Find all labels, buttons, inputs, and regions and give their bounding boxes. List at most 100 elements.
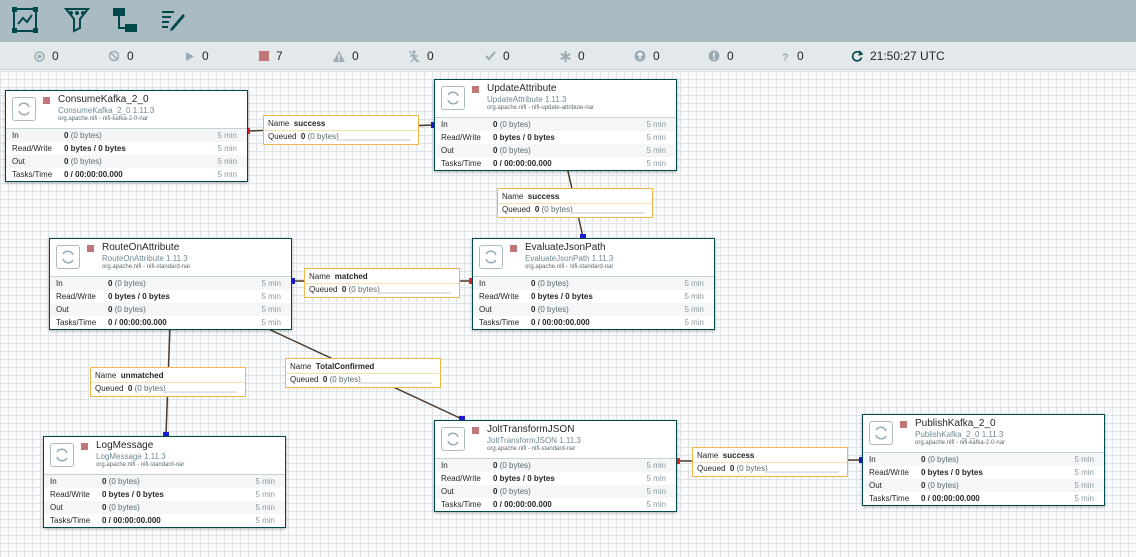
unknown-count: 0 bbox=[797, 49, 804, 63]
stat-label: Read/Write bbox=[869, 468, 909, 477]
stat-unit: (0 bytes) bbox=[108, 477, 140, 486]
connect-icon[interactable] bbox=[108, 4, 142, 36]
stat-row-out: Out 0 (0 bytes) 5 min bbox=[435, 485, 676, 498]
invalid-status: 0 bbox=[333, 42, 359, 70]
connection-label-matched[interactable]: Name matched Queued 0 (0 bytes) bbox=[304, 268, 460, 298]
processor-name: EvaluateJsonPath bbox=[525, 242, 606, 253]
stat-unit: (0 bytes) bbox=[927, 455, 959, 464]
stat-value: 0 bbox=[493, 461, 498, 470]
stat-value: 0 / 00:00:00.000 bbox=[64, 170, 123, 179]
edit-icon[interactable] bbox=[156, 4, 190, 36]
sync-failure-status: 0 bbox=[708, 42, 734, 70]
stat-window: 5 min bbox=[255, 477, 275, 486]
stat-label: Read/Write bbox=[441, 474, 481, 483]
stat-row-tasks: Tasks/Time 0 / 00:00:00.000 5 min bbox=[473, 316, 714, 329]
connection-queued-label: Queued bbox=[290, 375, 319, 384]
processor-header: UpdateAttribute UpdateAttribute 1.11.3 o… bbox=[435, 80, 676, 118]
stat-unit: (0 bytes) bbox=[114, 305, 146, 314]
connection-label-success[interactable]: Name success Queued 0 (0 bytes) bbox=[692, 447, 848, 477]
stat-window: 5 min bbox=[217, 144, 237, 153]
stat-window: 5 min bbox=[684, 318, 704, 327]
stat-value: 0 bbox=[108, 279, 113, 288]
stat-label: In bbox=[12, 131, 19, 140]
processor-header: ConsumeKafka_2_0 ConsumeKafka_2_0 1.11.3… bbox=[6, 91, 247, 129]
processor-updateattribute[interactable]: UpdateAttribute UpdateAttribute 1.11.3 o… bbox=[434, 79, 677, 171]
processor-icon bbox=[869, 421, 893, 445]
connection-label-success[interactable]: Name success Queued 0 (0 bytes) bbox=[497, 188, 653, 218]
stat-row-tasks: Tasks/Time 0 / 00:00:00.000 5 min bbox=[435, 498, 676, 511]
processor-name: LogMessage bbox=[96, 440, 154, 451]
processor-bundle: org.apache.nifi - nifi-standard-nar bbox=[525, 264, 614, 270]
stat-value: 0 / 00:00:00.000 bbox=[108, 318, 167, 327]
refresh-icon bbox=[851, 50, 863, 62]
connection-label-unmatched[interactable]: Name unmatched Queued 0 (0 bytes) bbox=[90, 367, 246, 397]
stat-row-read-write: Read/Write 0 bytes / 0 bytes 5 min bbox=[435, 131, 676, 144]
stat-value: 0 / 00:00:00.000 bbox=[531, 318, 590, 327]
question-icon: ? bbox=[782, 52, 789, 62]
connection-label-success[interactable]: Name success Queued 0 (0 bytes) bbox=[263, 115, 419, 145]
processor-type: LogMessage 1.11.3 bbox=[96, 452, 166, 461]
refresh-status[interactable]: 21:50:27 UTC bbox=[851, 42, 945, 70]
sync-failure-count: 0 bbox=[727, 49, 734, 63]
stat-row-out: Out 0 (0 bytes) 5 min bbox=[6, 155, 247, 168]
stat-window: 5 min bbox=[255, 490, 275, 499]
stat-window: 5 min bbox=[261, 318, 281, 327]
stat-row-in: In 0 (0 bytes) 5 min bbox=[863, 453, 1104, 466]
processor-icon bbox=[12, 97, 36, 121]
stat-row-read-write: Read/Write 0 bytes / 0 bytes 5 min bbox=[435, 472, 676, 485]
stat-label: Read/Write bbox=[441, 133, 481, 142]
disabled-count: 0 bbox=[427, 49, 434, 63]
connection-queued-label: Queued bbox=[502, 205, 531, 214]
processor-jolttransformjson[interactable]: JoltTransformJSON JoltTransformJSON 1.11… bbox=[434, 420, 677, 512]
stat-label: Out bbox=[441, 487, 454, 496]
stat-label: In bbox=[50, 477, 57, 486]
stat-window: 5 min bbox=[646, 487, 666, 496]
stat-value: 0 / 00:00:00.000 bbox=[921, 494, 980, 503]
stat-label: In bbox=[869, 455, 876, 464]
stat-window: 5 min bbox=[646, 159, 666, 168]
not-transmitting-icon bbox=[108, 50, 120, 62]
processor-logmessage[interactable]: LogMessage LogMessage 1.11.3 org.apache.… bbox=[43, 436, 286, 528]
processor-publishkafka[interactable]: PublishKafka_2_0 PublishKafka_2_0 1.11.3… bbox=[862, 414, 1105, 506]
processor-bundle: org.apache.nifi - nifi-standard-nar bbox=[102, 264, 191, 270]
processor-consumekafka[interactable]: ConsumeKafka_2_0 ConsumeKafka_2_0 1.11.3… bbox=[5, 90, 248, 182]
divider bbox=[498, 203, 652, 204]
navigate-icon[interactable] bbox=[8, 4, 42, 36]
stat-window: 5 min bbox=[646, 500, 666, 509]
connection-queued-size: (0 bytes) bbox=[736, 464, 768, 473]
connection-label-totalconfirmed[interactable]: Name TotalConfirmed Queued 0 (0 bytes) bbox=[285, 358, 441, 388]
stat-window: 5 min bbox=[1074, 481, 1094, 490]
stat-label: Tasks/Time bbox=[12, 170, 53, 179]
stat-unit: (0 bytes) bbox=[927, 481, 959, 490]
top-toolbar bbox=[0, 0, 1136, 42]
stat-unit: (0 bytes) bbox=[499, 487, 531, 496]
queue-progress-bar bbox=[336, 139, 410, 141]
stat-label: In bbox=[441, 461, 448, 470]
transmitting-count: 0 bbox=[52, 49, 59, 63]
queue-progress-bar bbox=[358, 382, 432, 384]
stat-row-read-write: Read/Write 0 bytes / 0 bytes 5 min bbox=[6, 142, 247, 155]
processor-routeonattribute[interactable]: RouteOnAttribute RouteOnAttribute 1.11.3… bbox=[49, 238, 292, 330]
processor-evaluatejsonpath[interactable]: EvaluateJsonPath EvaluateJsonPath 1.11.3… bbox=[472, 238, 715, 330]
flow-canvas[interactable]: ConsumeKafka_2_0 ConsumeKafka_2_0 1.11.3… bbox=[0, 71, 1136, 557]
stopped-status: 7 bbox=[259, 42, 283, 70]
stat-window: 5 min bbox=[261, 305, 281, 314]
stat-label: In bbox=[441, 120, 448, 129]
queue-progress-bar bbox=[570, 212, 644, 214]
stat-label: Read/Write bbox=[56, 292, 96, 301]
disabled-status: 0 bbox=[408, 42, 434, 70]
funnel-icon[interactable] bbox=[60, 4, 94, 36]
queue-progress-bar bbox=[377, 292, 451, 294]
stat-row-in: In 0 (0 bytes) 5 min bbox=[473, 277, 714, 290]
stat-window: 5 min bbox=[646, 120, 666, 129]
processor-name: RouteOnAttribute bbox=[102, 242, 180, 253]
processor-header: JoltTransformJSON JoltTransformJSON 1.11… bbox=[435, 421, 676, 459]
stat-row-tasks: Tasks/Time 0 / 00:00:00.000 5 min bbox=[44, 514, 285, 527]
connection-queued-size: (0 bytes) bbox=[329, 375, 361, 384]
stat-value: 0 / 00:00:00.000 bbox=[493, 500, 552, 509]
stat-value: 0 bbox=[921, 455, 926, 464]
stat-value: 0 bbox=[493, 487, 498, 496]
stat-label: Tasks/Time bbox=[441, 500, 482, 509]
queue-progress-bar bbox=[163, 391, 237, 393]
stat-value: 0 bbox=[493, 120, 498, 129]
